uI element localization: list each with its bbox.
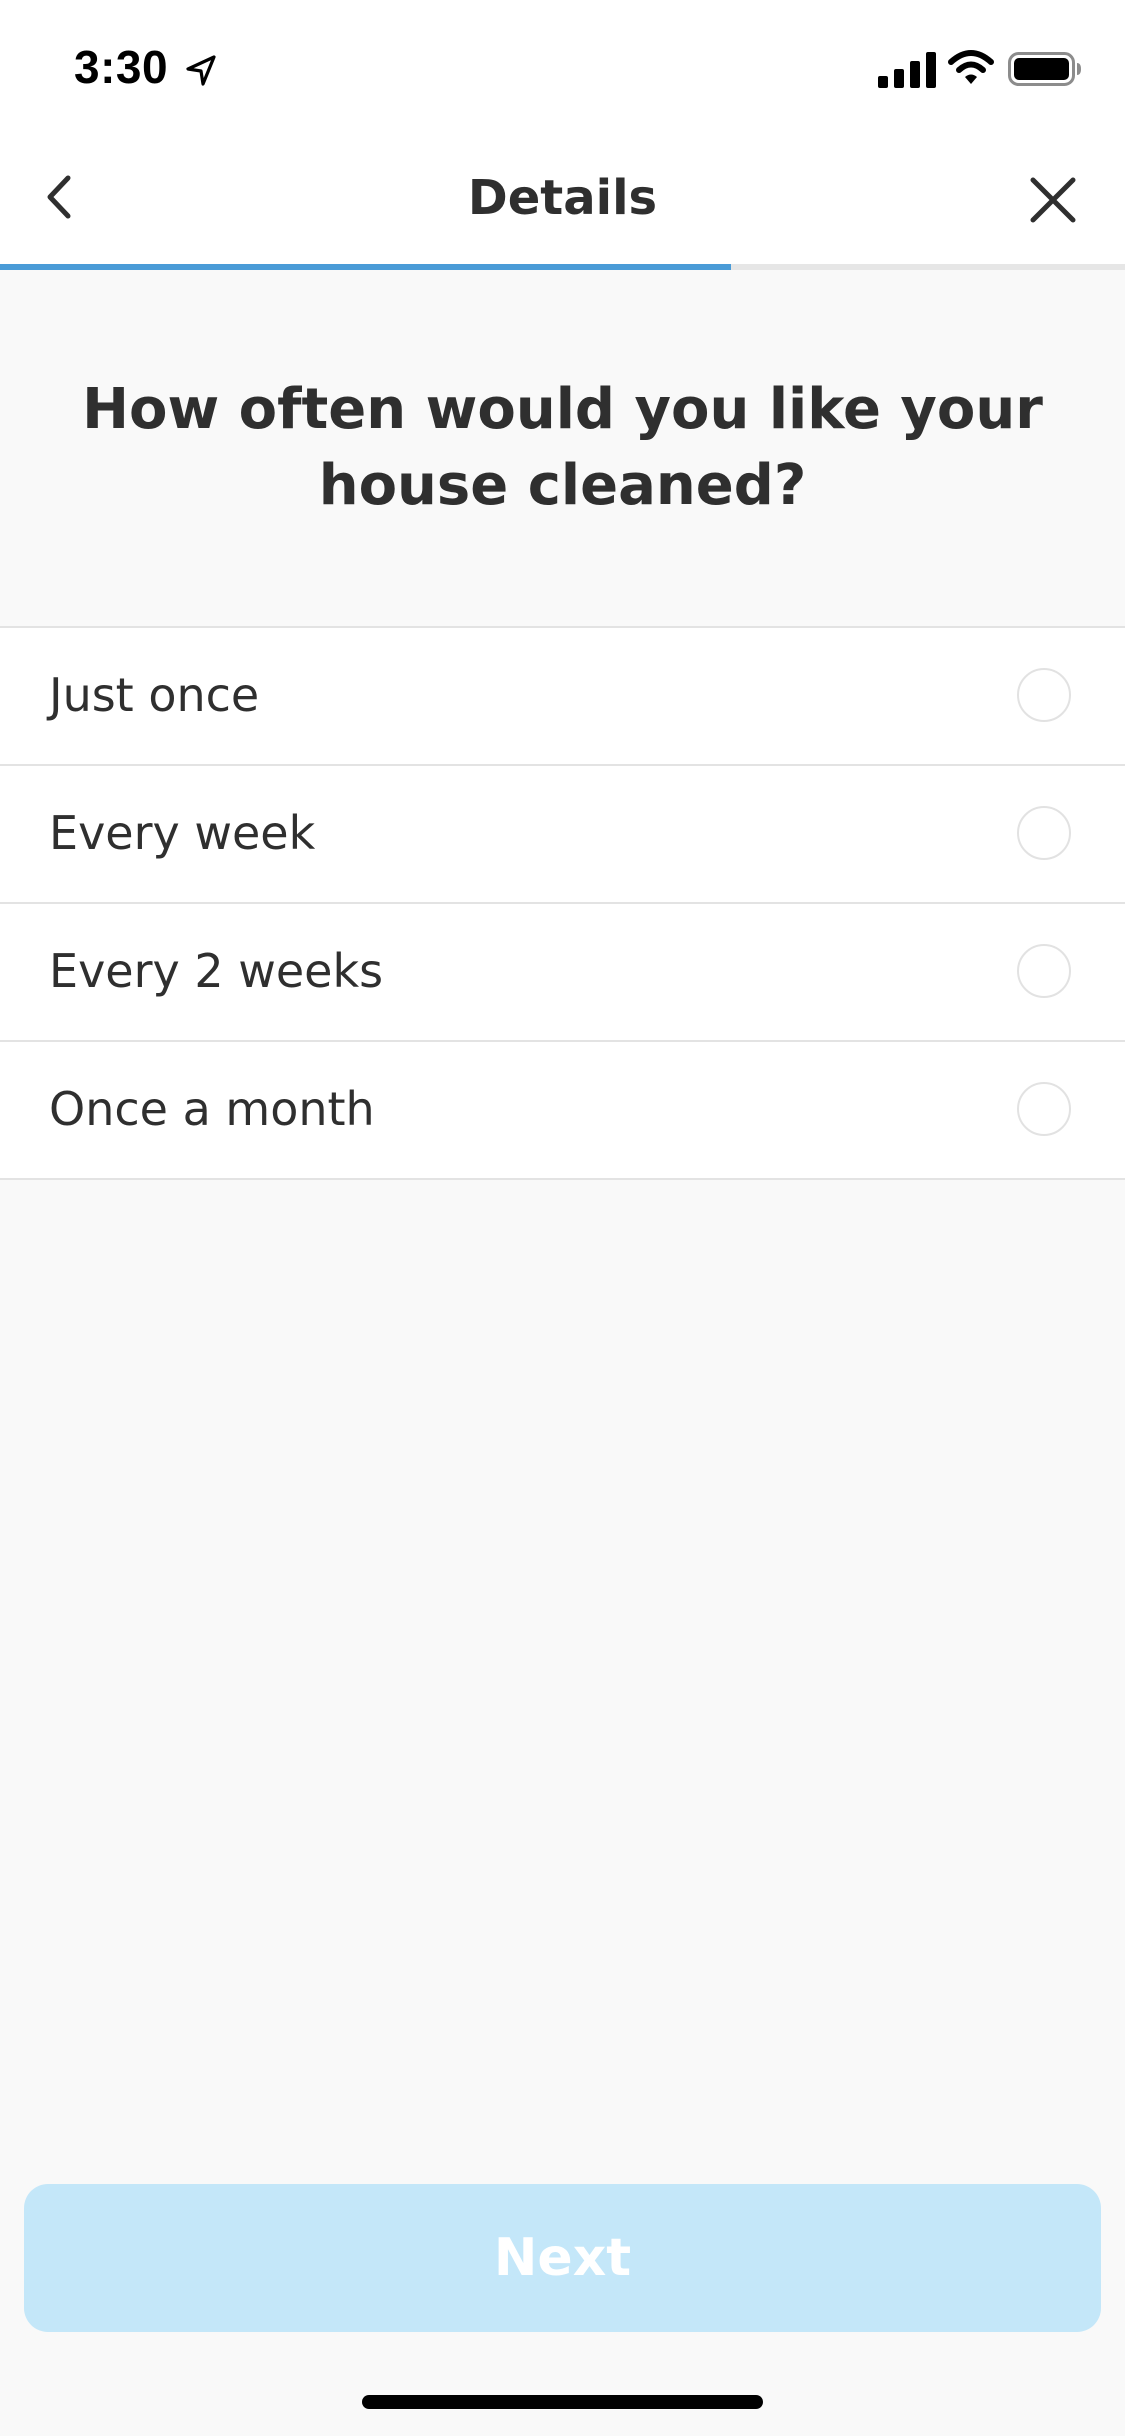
battery-icon: [1008, 52, 1081, 86]
radio-button[interactable]: [1017, 806, 1071, 860]
radio-button[interactable]: [1017, 944, 1071, 998]
progress-bar-fill: [0, 264, 732, 270]
location-arrow-icon: [186, 55, 216, 86]
frequency-options-list: Just once Every week Every 2 weeks Once …: [0, 626, 1125, 1180]
option-every-2-weeks[interactable]: Every 2 weeks: [0, 904, 1125, 1042]
home-indicator: [362, 2395, 763, 2409]
close-icon: [1030, 177, 1076, 223]
next-button[interactable]: Next: [24, 2184, 1101, 2332]
page-title: Details: [467, 170, 658, 226]
option-label: Just once: [49, 668, 260, 722]
option-label: Once a month: [49, 1082, 375, 1136]
option-label: Every 2 weeks: [49, 944, 384, 998]
cellular-signal-icon: [878, 52, 936, 88]
status-time: 3:30: [74, 41, 169, 93]
option-once-a-month[interactable]: Once a month: [0, 1042, 1125, 1180]
option-every-week[interactable]: Every week: [0, 766, 1125, 904]
radio-button[interactable]: [1017, 668, 1071, 722]
close-button[interactable]: [1018, 166, 1088, 236]
option-just-once[interactable]: Just once: [0, 628, 1125, 766]
question-heading: How often would you like your house clea…: [82, 377, 1043, 518]
status-bar: 3:30: [0, 0, 1125, 140]
progress-bar: [0, 264, 1125, 270]
wifi-icon: [948, 50, 994, 84]
option-label: Every week: [49, 806, 316, 860]
radio-button[interactable]: [1017, 1082, 1071, 1136]
nav-bar: Details: [0, 140, 1125, 266]
